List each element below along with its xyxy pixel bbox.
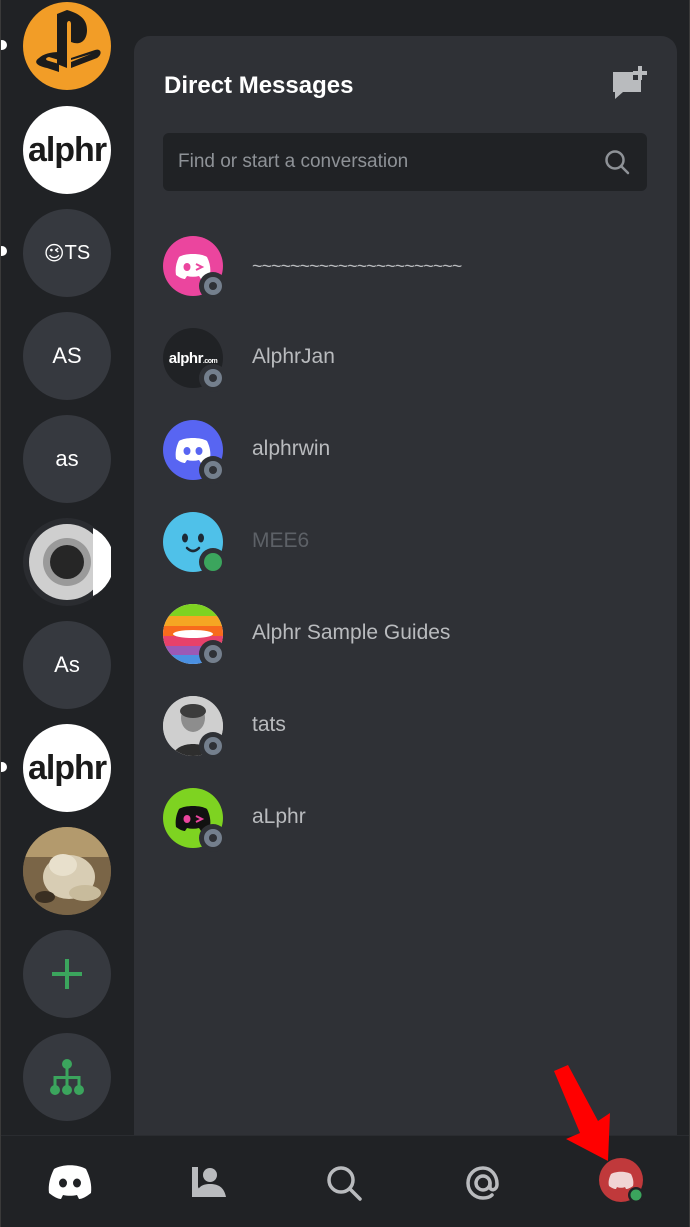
server-alphr[interactable]: alphr: [23, 106, 111, 194]
unread-indicator: [1, 40, 7, 50]
discord-logo-icon: [48, 1165, 92, 1199]
ring-logo-icon: [29, 524, 111, 600]
server-alphr-label: alphr: [27, 130, 107, 169]
search-placeholder: Find or start a conversation: [178, 151, 409, 172]
server-ts-label: TS: [64, 241, 91, 264]
direct-messages-panel: Direct Messages Find or start a conversa…: [134, 36, 677, 1135]
annotation-arrow-icon: [554, 1065, 610, 1161]
dm-list-item[interactable]: tats: [163, 696, 647, 760]
playstation-logo-icon: [36, 10, 101, 72]
discord-app: alphr 😉 TS AS as As alphr Direct Message…: [0, 0, 690, 1227]
new-dm-button[interactable]: [611, 66, 649, 102]
dm-list-item[interactable]: Alphr Sample Guides: [163, 604, 647, 668]
dm-list-item[interactable]: alphrwin: [163, 420, 647, 484]
conversation-search-field[interactable]: Find or start a conversation: [163, 133, 647, 191]
server-alphr-2[interactable]: alphr: [23, 724, 111, 812]
offline-status-icon: [199, 640, 227, 668]
server-as-mixed-label: As: [54, 652, 80, 677]
new-message-icon: [613, 66, 647, 99]
dm-username: aLphr: [252, 805, 306, 828]
dm-username: Alphr Sample Guides: [252, 621, 451, 644]
server-playstation[interactable]: [23, 2, 111, 90]
server-as-mixed[interactable]: As: [23, 621, 111, 709]
search-tab[interactable]: [319, 1158, 369, 1208]
server-ring[interactable]: [23, 518, 111, 606]
home-tab[interactable]: [45, 1158, 95, 1208]
plus-icon: [52, 959, 82, 989]
explore-servers-button[interactable]: [23, 1033, 111, 1121]
friends-tab[interactable]: [183, 1158, 233, 1208]
online-status-icon: [199, 548, 227, 576]
offline-status-icon: [199, 456, 227, 484]
dm-username: AlphrJan: [252, 345, 335, 368]
dm-username: alphrwin: [252, 437, 331, 460]
server-as-label: AS: [52, 343, 82, 368]
server-as-lower-label: as: [55, 446, 79, 471]
cat-photo-icon: [23, 827, 111, 915]
server-ts-emoji: 😉: [43, 242, 65, 265]
server-alphr-2-label: alphr: [27, 748, 107, 787]
dm-username: ~~~~~~~~~~~~~~~~~~~~~~: [252, 256, 462, 276]
server-rail: alphr 😉 TS AS as As alphr: [1, 0, 131, 1135]
friends-icon: [192, 1167, 226, 1197]
server-photo[interactable]: [23, 827, 111, 915]
at-mention-icon: [466, 1166, 499, 1200]
offline-status-icon: [199, 364, 227, 392]
dm-username: MEE6: [252, 529, 310, 552]
server-as[interactable]: AS: [23, 312, 111, 400]
dm-username: tats: [252, 713, 286, 736]
server-as-lower[interactable]: as: [23, 415, 111, 503]
offline-status-icon: [199, 732, 227, 760]
hierarchy-icon: [50, 1059, 84, 1095]
unread-indicator: [1, 762, 7, 772]
server-ts[interactable]: 😉 TS: [23, 209, 111, 297]
dm-list-item[interactable]: ~~~~~~~~~~~~~~~~~~~~~~: [163, 236, 647, 300]
offline-status-icon: [199, 272, 227, 300]
dm-panel-title: Direct Messages: [164, 72, 354, 99]
dm-list-item[interactable]: alphr.com AlphrJan: [163, 328, 647, 392]
search-icon: [605, 150, 630, 175]
offline-status-icon: [199, 824, 227, 852]
search-icon: [327, 1166, 362, 1201]
dm-list-item[interactable]: MEE6: [163, 512, 647, 576]
dm-list-item[interactable]: aLphr: [163, 788, 647, 852]
unread-indicator: [1, 246, 7, 256]
mentions-tab[interactable]: [458, 1158, 508, 1208]
add-server-button[interactable]: [23, 930, 111, 1018]
